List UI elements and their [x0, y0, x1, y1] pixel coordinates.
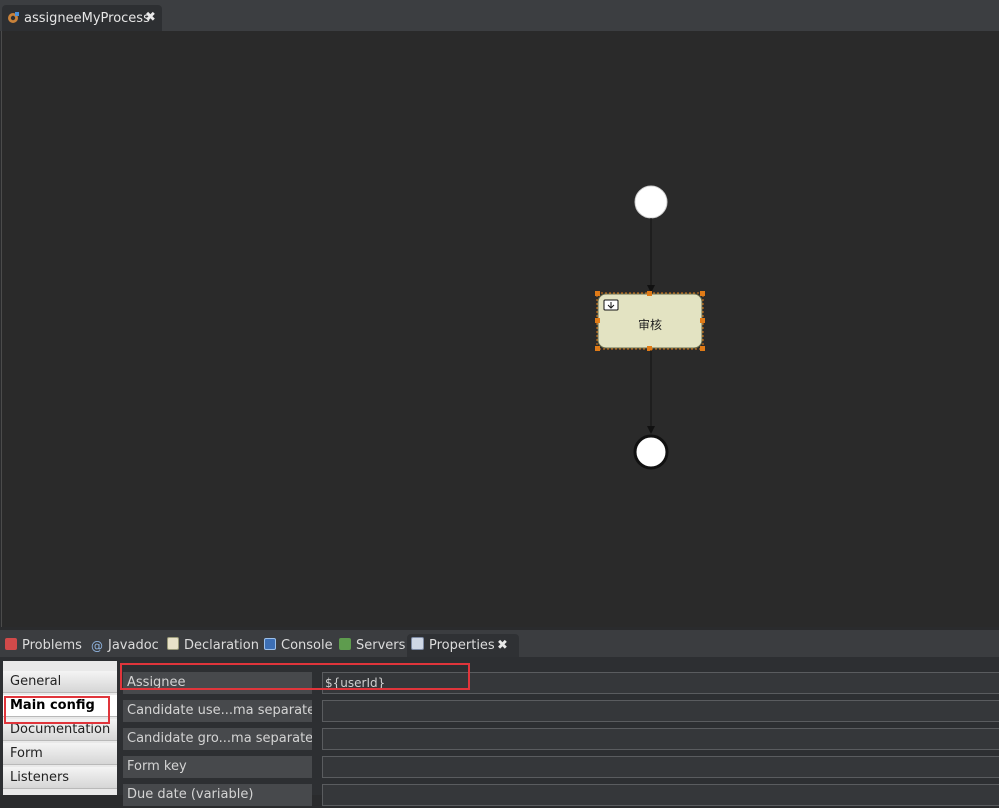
form-key-input[interactable] [322, 756, 999, 778]
tab-problems[interactable]: Problems [5, 634, 82, 657]
sidebar-item-form[interactable]: Form [3, 743, 117, 765]
properties-icon [411, 637, 424, 650]
candidate-groups-input[interactable] [322, 728, 999, 750]
tab-servers[interactable]: Servers [339, 634, 405, 657]
end-event[interactable] [633, 434, 669, 470]
tab-label: Console [281, 638, 333, 653]
due-date-label: Due date (variable) [123, 784, 312, 806]
diagram-svg [595, 185, 705, 470]
properties-fields: Assignee Candidate use...ma separated) C… [117, 661, 999, 806]
candidate-groups-label: Candidate gro...ma separated) [123, 728, 312, 750]
sidebar-item-label: General [10, 674, 62, 689]
console-icon [264, 638, 276, 650]
properties-view: General Main config Documentation Form L… [0, 657, 999, 806]
sidebar-item-general[interactable]: General [3, 671, 117, 693]
properties-sidebar: General Main config Documentation Form L… [3, 661, 117, 795]
tab-label: Javadoc [108, 638, 159, 653]
tab-label: Problems [22, 638, 82, 653]
close-icon[interactable]: ✖ [497, 639, 508, 653]
candidate-users-input[interactable] [322, 700, 999, 722]
start-event[interactable] [634, 185, 668, 219]
candidate-users-label: Candidate use...ma separated) [123, 700, 312, 722]
tab-label: Servers [356, 638, 406, 653]
views-tab-bar: Problems @ Javadoc Declaration Console Se… [0, 630, 999, 657]
sidebar-item-label: Documentation [10, 722, 111, 737]
tab-label: Declaration [184, 638, 259, 653]
tab-label: Properties [429, 638, 495, 653]
declaration-icon [167, 637, 179, 650]
due-date-row: Due date (variable) [117, 784, 999, 808]
user-task-icon [603, 299, 619, 311]
sidebar-item-label: Listeners [10, 770, 70, 785]
form-key-label: Form key [123, 756, 312, 778]
tab-console[interactable]: Console [264, 634, 333, 657]
candidate-groups-row: Candidate gro...ma separated) [117, 728, 999, 752]
sidebar-item-label: Main config [10, 698, 95, 713]
problems-icon [5, 638, 17, 650]
tab-javadoc[interactable]: @ Javadoc [91, 634, 159, 657]
servers-icon [339, 638, 351, 650]
assignee-row: Assignee [117, 672, 999, 696]
tab-declaration[interactable]: Declaration [167, 634, 259, 657]
user-task-label: 审核 [637, 318, 662, 332]
candidate-users-row: Candidate use...ma separated) [117, 700, 999, 724]
javadoc-icon: @ [91, 639, 103, 653]
sidebar-item-documentation[interactable]: Documentation [3, 719, 117, 741]
sidebar-item-listeners[interactable]: Listeners [3, 767, 117, 789]
form-key-row: Form key [117, 756, 999, 780]
sidebar-item-main-config[interactable]: Main config [3, 695, 117, 717]
tab-properties[interactable]: Properties ✖ [407, 634, 519, 657]
assignee-label: Assignee [123, 672, 312, 694]
sidebar-item-label: Form [10, 746, 43, 761]
assignee-input[interactable] [322, 672, 999, 694]
due-date-input[interactable] [322, 784, 999, 806]
